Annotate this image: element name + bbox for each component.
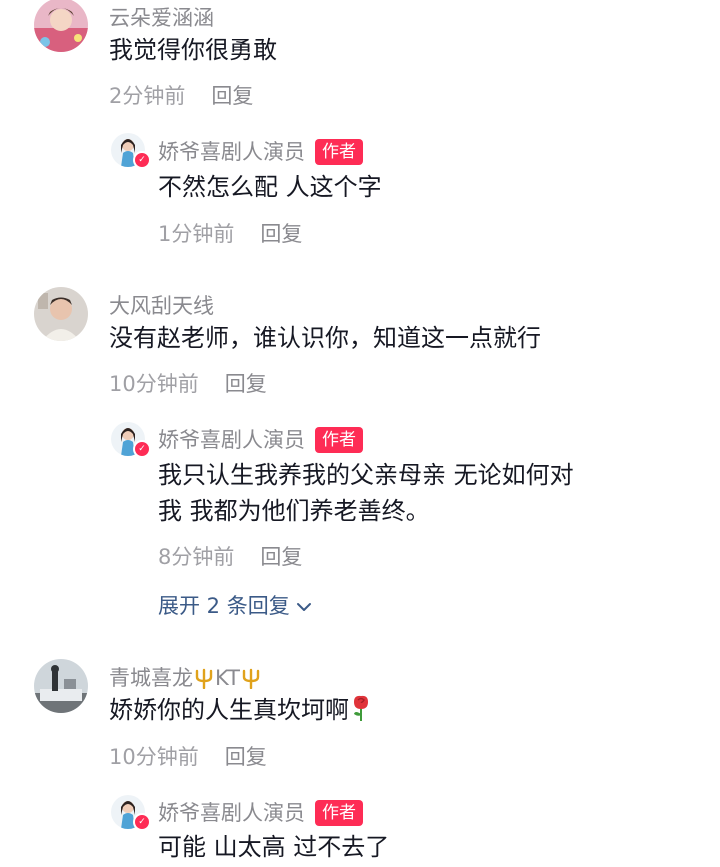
reply-username[interactable]: 娇爷喜剧人演员 作者: [158, 797, 363, 827]
reply-username-label: 娇爷喜剧人演员: [158, 428, 305, 452]
reply-button[interactable]: 回复: [225, 372, 267, 396]
rose-icon: [354, 695, 368, 721]
reply-username-label: 娇爷喜剧人演员: [158, 801, 305, 825]
comment-meta: 10分钟前 回复: [109, 368, 267, 398]
comment-text: 娇娇你的人生真坎坷啊: [109, 692, 373, 728]
comment-meta: 2分钟前 回复: [109, 80, 253, 110]
comment-time: 10分钟前: [109, 372, 199, 396]
avatar[interactable]: [34, 0, 88, 52]
reply-button[interactable]: 回复: [211, 84, 253, 108]
comment-time: 10分钟前: [109, 745, 199, 769]
verified-badge-icon: ✓: [133, 813, 151, 831]
trident-icon: [195, 668, 213, 689]
reply-button[interactable]: 回复: [225, 745, 267, 769]
reply-text: 可能 山太高 过不去了: [158, 833, 390, 861]
reply-button[interactable]: 回复: [260, 222, 302, 246]
username-suffix: KT: [215, 666, 240, 690]
comment-time: 2分钟前: [109, 84, 186, 108]
reply-meta: 1分钟前 回复: [158, 218, 302, 248]
reply-username-label: 娇爷喜剧人演员: [158, 140, 305, 164]
avatar[interactable]: [34, 659, 88, 713]
comment-username[interactable]: 大风刮天线: [109, 290, 214, 320]
comment-text: 没有赵老师，谁认识你，知道这一点就行: [109, 324, 541, 352]
reply-time: 8分钟前: [158, 545, 235, 569]
reply-username[interactable]: 娇爷喜剧人演员 作者: [158, 424, 363, 454]
reply-button[interactable]: 回复: [260, 545, 302, 569]
expand-replies-button[interactable]: 展开 2 条回复: [158, 590, 312, 620]
verified-badge-icon: ✓: [133, 440, 151, 458]
avatar[interactable]: [34, 287, 88, 341]
verified-badge-icon: ✓: [133, 151, 151, 169]
author-badge: 作者: [315, 139, 363, 165]
comment-text-label: 娇娇你的人生真坎坷啊: [109, 696, 349, 724]
trident-icon: [242, 668, 260, 689]
reply-text-line-1: 我只认生我养我的父亲母亲 无论如何对: [158, 461, 574, 489]
chevron-down-icon: [296, 603, 311, 611]
comment-meta: 10分钟前 回复: [109, 741, 267, 771]
comment-text: 我觉得你很勇敢: [109, 36, 277, 64]
reply-username[interactable]: 娇爷喜剧人演员 作者: [158, 136, 363, 166]
author-badge: 作者: [315, 800, 363, 826]
reply-meta: 8分钟前 回复: [158, 541, 302, 571]
comment-username[interactable]: 云朵爱涵涵: [109, 2, 214, 32]
reply-time: 1分钟前: [158, 222, 235, 246]
username-prefix: 青城喜龙: [109, 666, 193, 690]
expand-replies-label: 展开 2 条回复: [158, 594, 290, 618]
reply-text: 不然怎么配 人这个字: [158, 173, 382, 201]
comment-username[interactable]: 青城喜龙 KT: [109, 662, 262, 692]
author-badge: 作者: [315, 427, 363, 453]
reply-text-line-2: 我 我都为他们养老善终。: [158, 497, 430, 525]
